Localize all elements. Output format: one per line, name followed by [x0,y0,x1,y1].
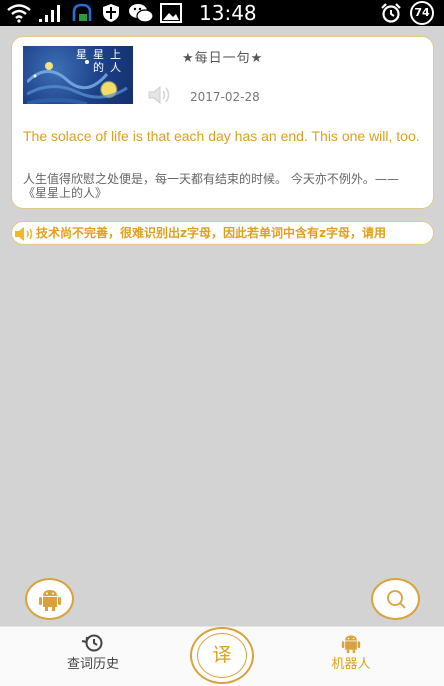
notification-icon [72,3,92,21]
signal-icon [39,5,60,22]
alarm-icon [381,3,401,23]
android-icon [341,635,361,653]
daily-heading: ★每日一句★ [182,51,264,66]
status-time: 13:48 [199,1,257,25]
quote-english: The solace of life is that each day has … [23,128,420,144]
daily-date: 2017-02-28 [190,90,260,104]
shield-icon [103,4,119,22]
android-icon [38,590,61,611]
tab-robot[interactable]: 机器人 [291,627,411,686]
translate-button[interactable]: 译 [190,627,254,684]
translate-label: 译 [212,644,232,666]
search-button[interactable] [371,578,420,620]
tab-robot-label: 机器人 [331,657,371,672]
wifi-icon [7,4,31,23]
notice-bar[interactable]: 技术尚不完善，很难识别出z字母，因此若单词中含有z字母，请用 [11,221,434,245]
wechat-icon [129,4,154,23]
tab-history-label: 查词历史 [66,657,119,672]
status-bar: 13:48 74 [0,0,444,26]
quote-chinese: 人生值得欣慰之处便是，每一天都有结束的时候。 今天亦不例外。——《星星上的人》 [23,172,399,200]
history-icon [81,634,103,652]
notice-text: 技术尚不完善，很难识别出z字母，因此若单词中含有z字母，请用 [36,226,386,240]
tab-history[interactable]: 查词历史 [33,627,153,686]
search-icon [386,590,406,609]
cover-title: 星星上的人 [76,48,127,74]
robot-button[interactable] [25,578,74,620]
daily-sentence-card[interactable]: 星星上的人 ★每日一句★ 2017-02-28 The solace of li… [11,36,434,209]
cover-image: 星星上的人 [23,46,133,104]
image-icon [160,3,182,23]
battery-indicator: 74 [410,1,434,25]
speaker-icon [15,227,33,241]
speaker-icon[interactable] [147,84,173,106]
